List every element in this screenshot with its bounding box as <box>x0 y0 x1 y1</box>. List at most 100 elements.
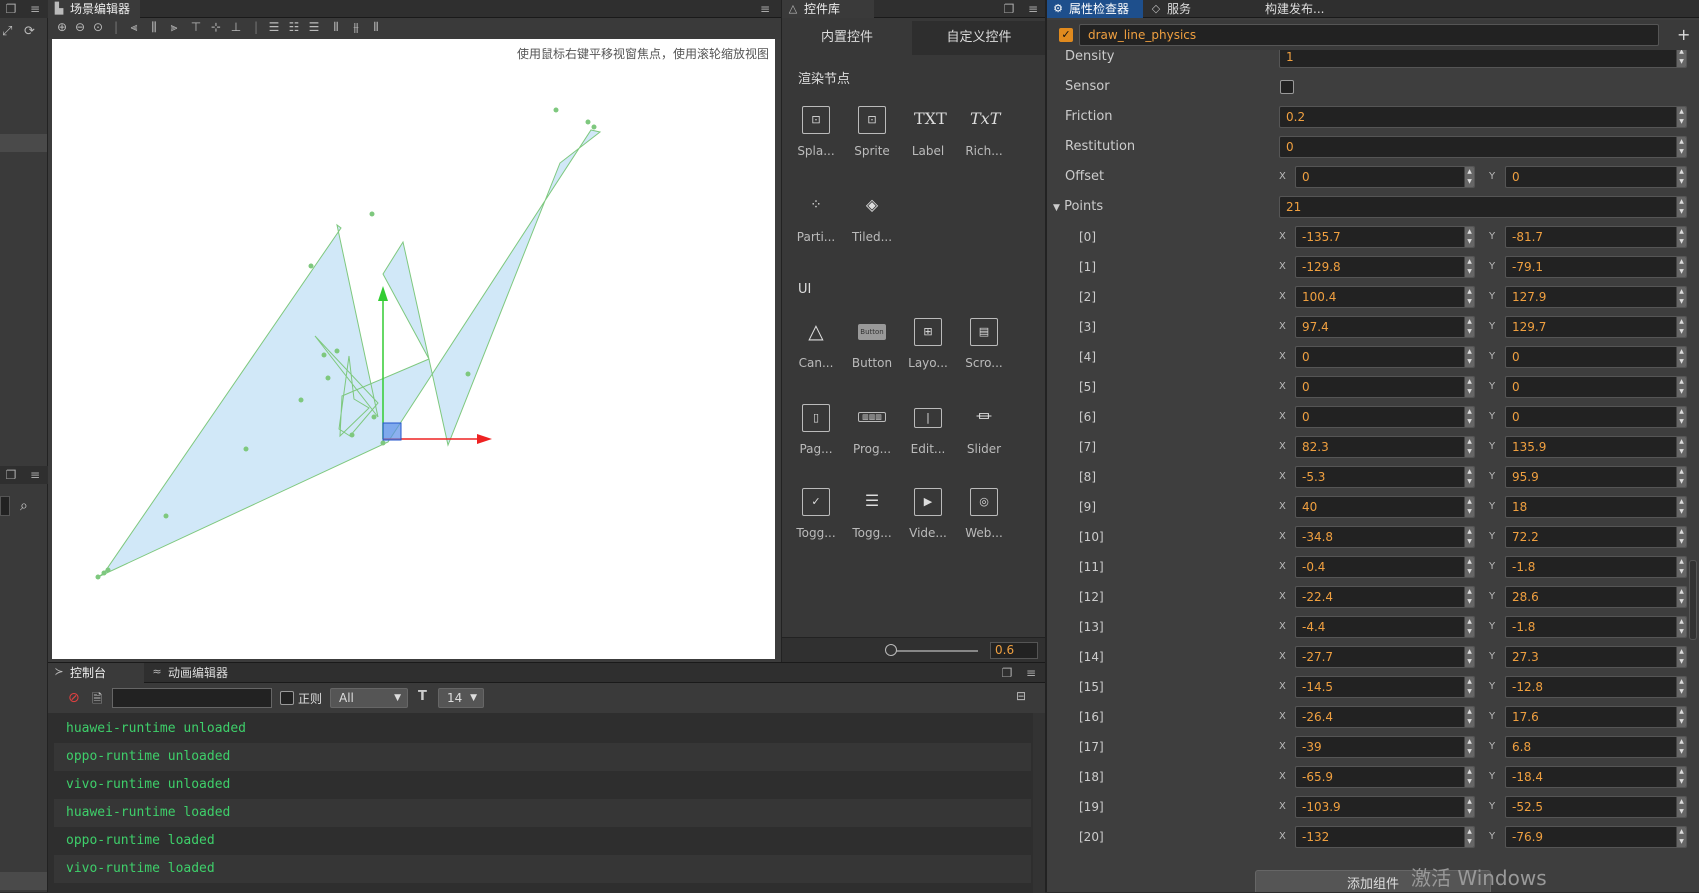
spinner-icon[interactable]: ▲ ▼ <box>1676 527 1686 547</box>
density-field[interactable]: 1 ▲ ▼ <box>1279 50 1687 68</box>
spinner-icon[interactable]: ▲ ▼ <box>1464 767 1474 787</box>
point-y-field[interactable]: 95.9 ▲ ▼ <box>1505 466 1687 488</box>
spinner-icon[interactable]: ▲ ▼ <box>1464 587 1474 607</box>
zoom-reset-icon[interactable]: ⊙ <box>90 19 106 35</box>
restore-icon[interactable]: ❐ <box>1000 667 1014 679</box>
zoom-out-icon[interactable]: ⊖ <box>72 19 88 35</box>
lib-item-richtext[interactable]: TxT Rich... <box>956 94 1012 168</box>
spinner-icon[interactable]: ▲ ▼ <box>1676 257 1686 277</box>
lib-item-particle[interactable]: ⁘ Parti... <box>788 180 844 254</box>
distribute-left-icon[interactable]: ⫴ <box>328 19 344 35</box>
point-x-field[interactable]: -132 ▲ ▼ <box>1295 826 1475 848</box>
lib-item-sprite[interactable]: ⊡ Sprite <box>844 94 900 168</box>
point-x-field[interactable]: -135.7 ▲ ▼ <box>1295 226 1475 248</box>
distribute-bottom-icon[interactable]: ☰ <box>306 19 322 35</box>
point-x-field[interactable]: -103.9 ▲ ▼ <box>1295 796 1475 818</box>
spinner-icon[interactable]: ▲ ▼ <box>1676 137 1686 157</box>
asset-search-input[interactable] <box>0 496 10 516</box>
lib-item-splash[interactable]: ⊡ Spla... <box>788 94 844 168</box>
points-count-field[interactable]: 21 ▲ ▼ <box>1279 196 1687 218</box>
regex-checkbox[interactable] <box>280 691 294 705</box>
point-y-field[interactable]: -1.8 ▲ ▼ <box>1505 616 1687 638</box>
point-x-field[interactable]: -65.9 ▲ ▼ <box>1295 766 1475 788</box>
point-y-field[interactable]: -76.9 ▲ ▼ <box>1505 826 1687 848</box>
physics-polygon[interactable] <box>97 129 602 578</box>
scene-canvas[interactable]: 使用鼠标右键平移视窗焦点，使用滚轮缩放视图 <box>52 39 775 659</box>
align-right-icon[interactable]: ⫸ <box>166 19 182 35</box>
distribute-right-icon[interactable]: ⫴ <box>368 19 384 35</box>
gizmo-y-arrow-icon[interactable] <box>378 286 388 301</box>
spinner-icon[interactable]: ▲ ▼ <box>1676 707 1686 727</box>
align-bottom-icon[interactable]: ⊥ <box>228 19 244 35</box>
point-y-field[interactable]: 28.6 ▲ ▼ <box>1505 586 1687 608</box>
component-enable-checkbox[interactable]: ✓ <box>1059 28 1073 42</box>
point-y-field[interactable]: -79.1 ▲ ▼ <box>1505 256 1687 278</box>
spinner-icon[interactable]: ▲ ▼ <box>1676 107 1686 127</box>
point-x-field[interactable]: -129.8 ▲ ▼ <box>1295 256 1475 278</box>
selected-tree-row[interactable] <box>0 134 47 152</box>
zoom-slider-track[interactable] <box>890 650 978 652</box>
point-y-field[interactable]: 18 ▲ ▼ <box>1505 496 1687 518</box>
inspector-scrollbar[interactable] <box>1689 560 1697 640</box>
point-y-field[interactable]: 135.9 ▲ ▼ <box>1505 436 1687 458</box>
zoom-in-icon[interactable]: ⊕ <box>54 19 70 35</box>
lib-item-tiledmap[interactable]: ◈ Tiled... <box>844 180 900 254</box>
tab-console[interactable]: ≻ 控制台 <box>48 663 144 683</box>
distribute-hcenter-icon[interactable]: ⫵ <box>348 19 364 35</box>
spinner-icon[interactable]: ▲ ▼ <box>1676 407 1686 427</box>
align-vcenter-icon[interactable]: ⊹ <box>208 19 224 35</box>
tab-scene-editor[interactable]: ▙ 场景编辑器 <box>48 0 140 18</box>
spinner-icon[interactable]: ▲ ▼ <box>1676 737 1686 757</box>
offset-x-field[interactable]: 0 ▲ ▼ <box>1295 166 1475 188</box>
lib-item-label[interactable]: TXT Label <box>900 94 956 168</box>
lib-item-videoplayer[interactable]: ▶ Vide... <box>900 476 956 550</box>
spinner-icon[interactable]: ▲ ▼ <box>1676 557 1686 577</box>
spinner-icon[interactable]: ▲ ▼ <box>1676 317 1686 337</box>
selected-asset-row[interactable] <box>0 872 47 890</box>
spinner-icon[interactable]: ▲ ▼ <box>1464 317 1474 337</box>
spinner-icon[interactable]: ▲ ▼ <box>1464 437 1474 457</box>
tab-build-publish[interactable]: 构建发布... <box>1243 0 1353 18</box>
spinner-icon[interactable]: ▲ ▼ <box>1464 227 1474 247</box>
point-y-field[interactable]: 17.6 ▲ ▼ <box>1505 706 1687 728</box>
point-x-field[interactable]: 40 ▲ ▼ <box>1295 496 1475 518</box>
lib-item-webview[interactable]: ◎ Web... <box>956 476 1012 550</box>
collapse-icon[interactable]: ⊟ <box>1016 689 1026 703</box>
add-icon[interactable]: + <box>1677 25 1690 44</box>
lib-item-canvas[interactable]: △ Can... <box>788 306 844 380</box>
lib-item-editbox[interactable]: | Edit... <box>900 392 956 466</box>
spinner-icon[interactable]: ▲ ▼ <box>1676 467 1686 487</box>
point-y-field[interactable]: -1.8 ▲ ▼ <box>1505 556 1687 578</box>
restore-icon[interactable]: ❐ <box>4 469 18 481</box>
zoom-value-field[interactable]: 0.6 <box>990 642 1038 659</box>
spinner-icon[interactable]: ▲ ▼ <box>1464 797 1474 817</box>
friction-field[interactable]: 0.2 ▲ ▼ <box>1279 106 1687 128</box>
point-y-field[interactable]: 127.9 ▲ ▼ <box>1505 286 1687 308</box>
spinner-icon[interactable]: ▲ ▼ <box>1464 737 1474 757</box>
spinner-icon[interactable]: ▲ ▼ <box>1676 767 1686 787</box>
distribute-vcenter-icon[interactable]: ☷ <box>286 19 302 35</box>
align-hcenter-icon[interactable]: ⫼ <box>146 19 162 35</box>
points-label[interactable]: ▼ Points <box>1053 192 1103 222</box>
spinner-icon[interactable]: ▲ ▼ <box>1464 287 1474 307</box>
point-x-field[interactable]: -5.3 ▲ ▼ <box>1295 466 1475 488</box>
point-x-field[interactable]: -0.4 ▲ ▼ <box>1295 556 1475 578</box>
spinner-icon[interactable]: ▲ ▼ <box>1464 617 1474 637</box>
tab-control-library[interactable]: △ 控件库 <box>782 0 874 18</box>
tab-services[interactable]: ◇ 服务 <box>1145 0 1241 18</box>
spinner-icon[interactable]: ▲ ▼ <box>1676 617 1686 637</box>
refresh-icon[interactable]: ⟳ <box>24 24 35 39</box>
sensor-checkbox[interactable] <box>1280 80 1294 94</box>
point-x-field[interactable]: 0 ▲ ▼ <box>1295 376 1475 398</box>
clear-log-icon[interactable]: ⊘ <box>68 690 80 706</box>
console-scrollbar[interactable] <box>1033 713 1045 893</box>
point-y-field[interactable]: 0 ▲ ▼ <box>1505 406 1687 428</box>
point-x-field[interactable]: -4.4 ▲ ▼ <box>1295 616 1475 638</box>
spinner-icon[interactable]: ▲ ▼ <box>1464 677 1474 697</box>
menu-icon[interactable]: ≡ <box>28 469 42 481</box>
spinner-icon[interactable]: ▲ ▼ <box>1676 377 1686 397</box>
spinner-icon[interactable]: ▲ ▼ <box>1676 797 1686 817</box>
spinner-icon[interactable]: ▲ ▼ <box>1676 497 1686 517</box>
spinner-icon[interactable]: ▲ ▼ <box>1464 827 1474 847</box>
spinner-icon[interactable]: ▲ ▼ <box>1464 527 1474 547</box>
